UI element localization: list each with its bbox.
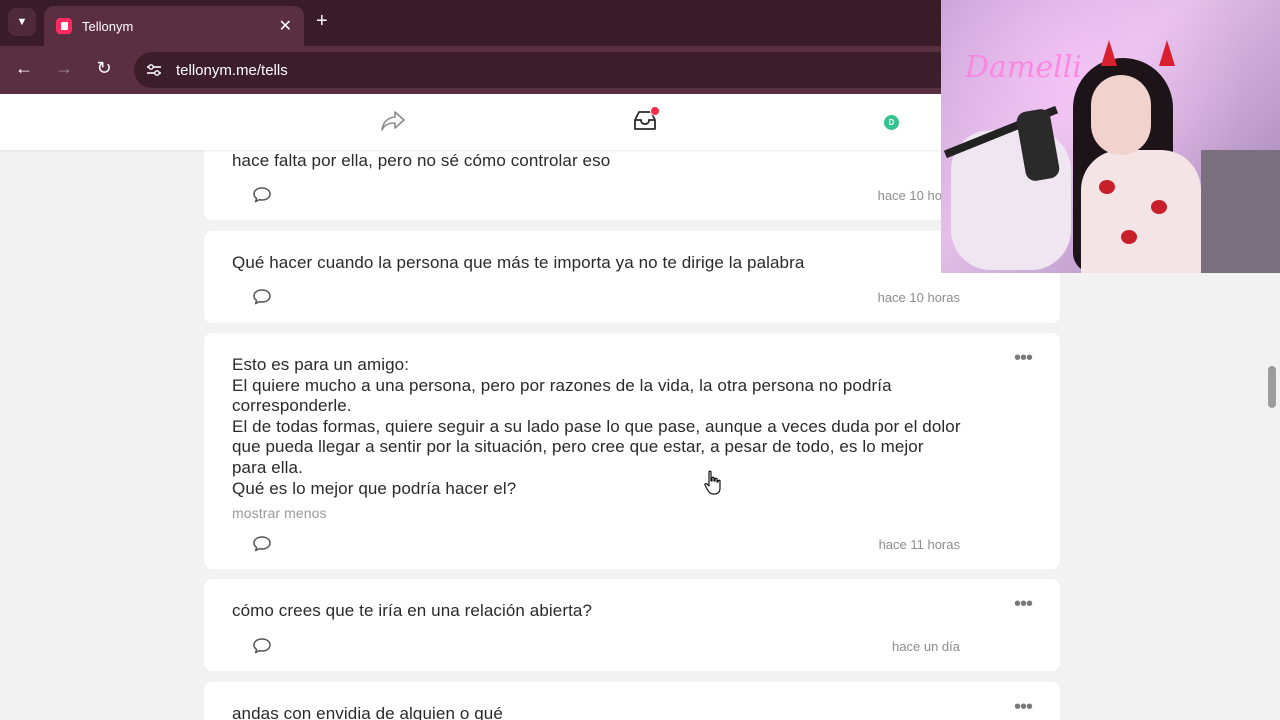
tab-search-button[interactable]: ▼ [8,8,36,36]
more-options-button[interactable]: ••• [1014,697,1033,717]
back-arrow-icon[interactable]: ← [12,58,36,79]
tell-text: Esto es para un amigo: El quiere mucho a… [232,355,962,524]
devil-horn-icon [1101,40,1117,66]
tab-title: Tellonym [82,18,134,34]
tell-card: ••• andas con envidia de alguien o qué [204,682,1060,720]
tell-card: hace falta por ella, pero no sé cómo con… [204,140,1060,220]
tell-card: ••• Esto es para un amigo: El quiere muc… [204,333,1060,569]
more-options-button[interactable]: ••• [1014,594,1033,614]
page-scrollbar[interactable] [1268,366,1276,408]
browser-tab[interactable]: Tellonym ✕ [44,6,304,46]
tell-line: El quiere mucho a una persona, pero por … [232,375,892,416]
tell-line: El de todas formas, quiere seguir a su l… [232,416,961,477]
share-arrow-icon[interactable] [380,110,406,137]
webcam-overlay: Damelli [941,0,1280,273]
tell-timestamp: hace un día [892,639,960,654]
close-tab-icon[interactable]: ✕ [279,16,292,36]
tell-timestamp: hace 10 horas [877,290,960,305]
streamer-face [1091,75,1151,155]
tell-card: Qué hacer cuando la persona que más te i… [204,231,1060,323]
devil-horn-icon [1159,40,1175,66]
more-options-button[interactable]: ••• [1014,348,1033,368]
tell-line: Qué es lo mejor que podría hacer el? [232,478,517,498]
tellonym-favicon-icon [56,18,72,34]
comment-icon[interactable] [252,637,272,660]
new-tab-button[interactable]: + [316,10,328,33]
comment-icon[interactable] [252,535,272,558]
outfit-spot [1099,180,1115,194]
tell-timestamp: hace 11 horas [878,537,960,552]
outfit-spot [1121,230,1137,244]
tell-text: andas con envidia de alguien o qué [232,704,503,720]
neon-sign: Damelli [965,50,1082,85]
hand-cursor-icon [703,470,723,501]
tell-card: ••• cómo crees que te iría en una relaci… [204,579,1060,671]
outfit-spot [1151,200,1167,214]
forward-arrow-icon[interactable]: → [52,58,76,79]
profile-avatar[interactable]: D [884,115,899,130]
site-settings-icon[interactable] [146,63,164,77]
comment-icon[interactable] [252,288,272,311]
tell-text: hace falta por ella, pero no sé cómo con… [232,151,611,170]
notification-badge [650,106,660,116]
tell-text: cómo crees que te iría en una relación a… [232,601,593,620]
address-bar[interactable]: tellonym.me/tells [134,52,1034,88]
comment-icon[interactable] [252,186,272,209]
tell-text: Qué hacer cuando la persona que más te i… [232,253,805,272]
url-text: tellonym.me/tells [176,61,288,79]
tell-line: Esto es para un amigo: [232,355,410,374]
show-less-link[interactable]: mostrar menos [232,503,962,524]
webcam-side-object [1201,150,1280,273]
reload-icon[interactable]: ↻ [92,58,116,79]
streamer-body [1081,150,1201,273]
